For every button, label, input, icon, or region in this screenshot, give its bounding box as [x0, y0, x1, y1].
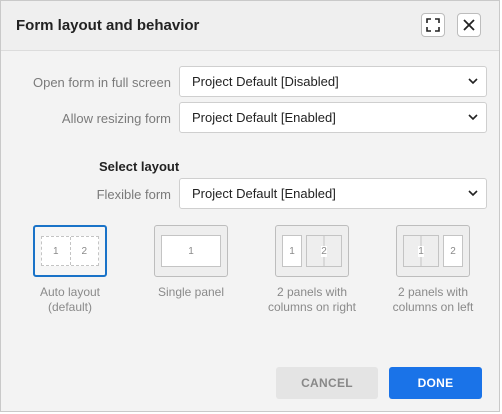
layout-option-auto[interactable]: 1 2 Auto layout (default) [10, 225, 130, 315]
layout-thumbnail[interactable]: 1 2 [33, 225, 107, 277]
layout-option-columns-left[interactable]: 1 2 2 panels with columns on left [373, 225, 493, 315]
chevron-down-icon [468, 190, 478, 197]
chevron-down-icon [468, 78, 478, 85]
layout-thumbnail[interactable]: 1 2 [275, 225, 349, 277]
done-button[interactable]: DONE [389, 367, 482, 399]
dialog-title: Form layout and behavior [16, 17, 200, 34]
full-screen-value: Project Default [Disabled] [192, 74, 339, 89]
form-layout-dialog: Form layout and behavior Open form in fu… [0, 0, 500, 412]
pane-number: 2 [81, 245, 88, 257]
close-icon [463, 19, 475, 31]
pane-number: 1 [188, 245, 194, 257]
layout-label: 2 panels with columns on right [267, 285, 357, 314]
cancel-button[interactable]: CANCEL [276, 367, 378, 399]
pane-number: 2 [450, 245, 456, 257]
pane-number: 1 [289, 245, 295, 257]
layout-option-columns-right[interactable]: 1 2 2 panels with columns on right [252, 225, 372, 315]
pane-number: 1 [52, 245, 59, 257]
resizing-label: Allow resizing form [61, 111, 171, 126]
layout-label: 2 panels with columns on left [392, 285, 474, 314]
pane-number: 2 [321, 245, 327, 257]
full-screen-select[interactable]: Project Default [Disabled] [179, 66, 487, 97]
select-layout-heading: Select layout [99, 159, 180, 174]
layout-label: Auto layout (default) [39, 285, 101, 314]
expand-button[interactable] [421, 13, 445, 37]
resizing-value: Project Default [Enabled] [192, 110, 336, 125]
resizing-select[interactable]: Project Default [Enabled] [179, 102, 487, 133]
layout-thumbnail[interactable]: 1 2 [396, 225, 470, 277]
chevron-down-icon [468, 114, 478, 121]
full-screen-label: Open form in full screen [32, 75, 171, 90]
pane-number: 1 [418, 245, 424, 257]
flexible-form-value: Project Default [Enabled] [192, 186, 336, 201]
flexible-form-label: Flexible form [96, 187, 171, 202]
flexible-form-select[interactable]: Project Default [Enabled] [179, 178, 487, 209]
layout-label: Single panel [157, 285, 225, 299]
expand-icon [426, 18, 440, 32]
dialog-header: Form layout and behavior [1, 1, 499, 51]
layout-option-single[interactable]: 1 Single panel [131, 225, 251, 300]
close-button[interactable] [457, 13, 481, 37]
layout-thumbnail[interactable]: 1 [154, 225, 228, 277]
